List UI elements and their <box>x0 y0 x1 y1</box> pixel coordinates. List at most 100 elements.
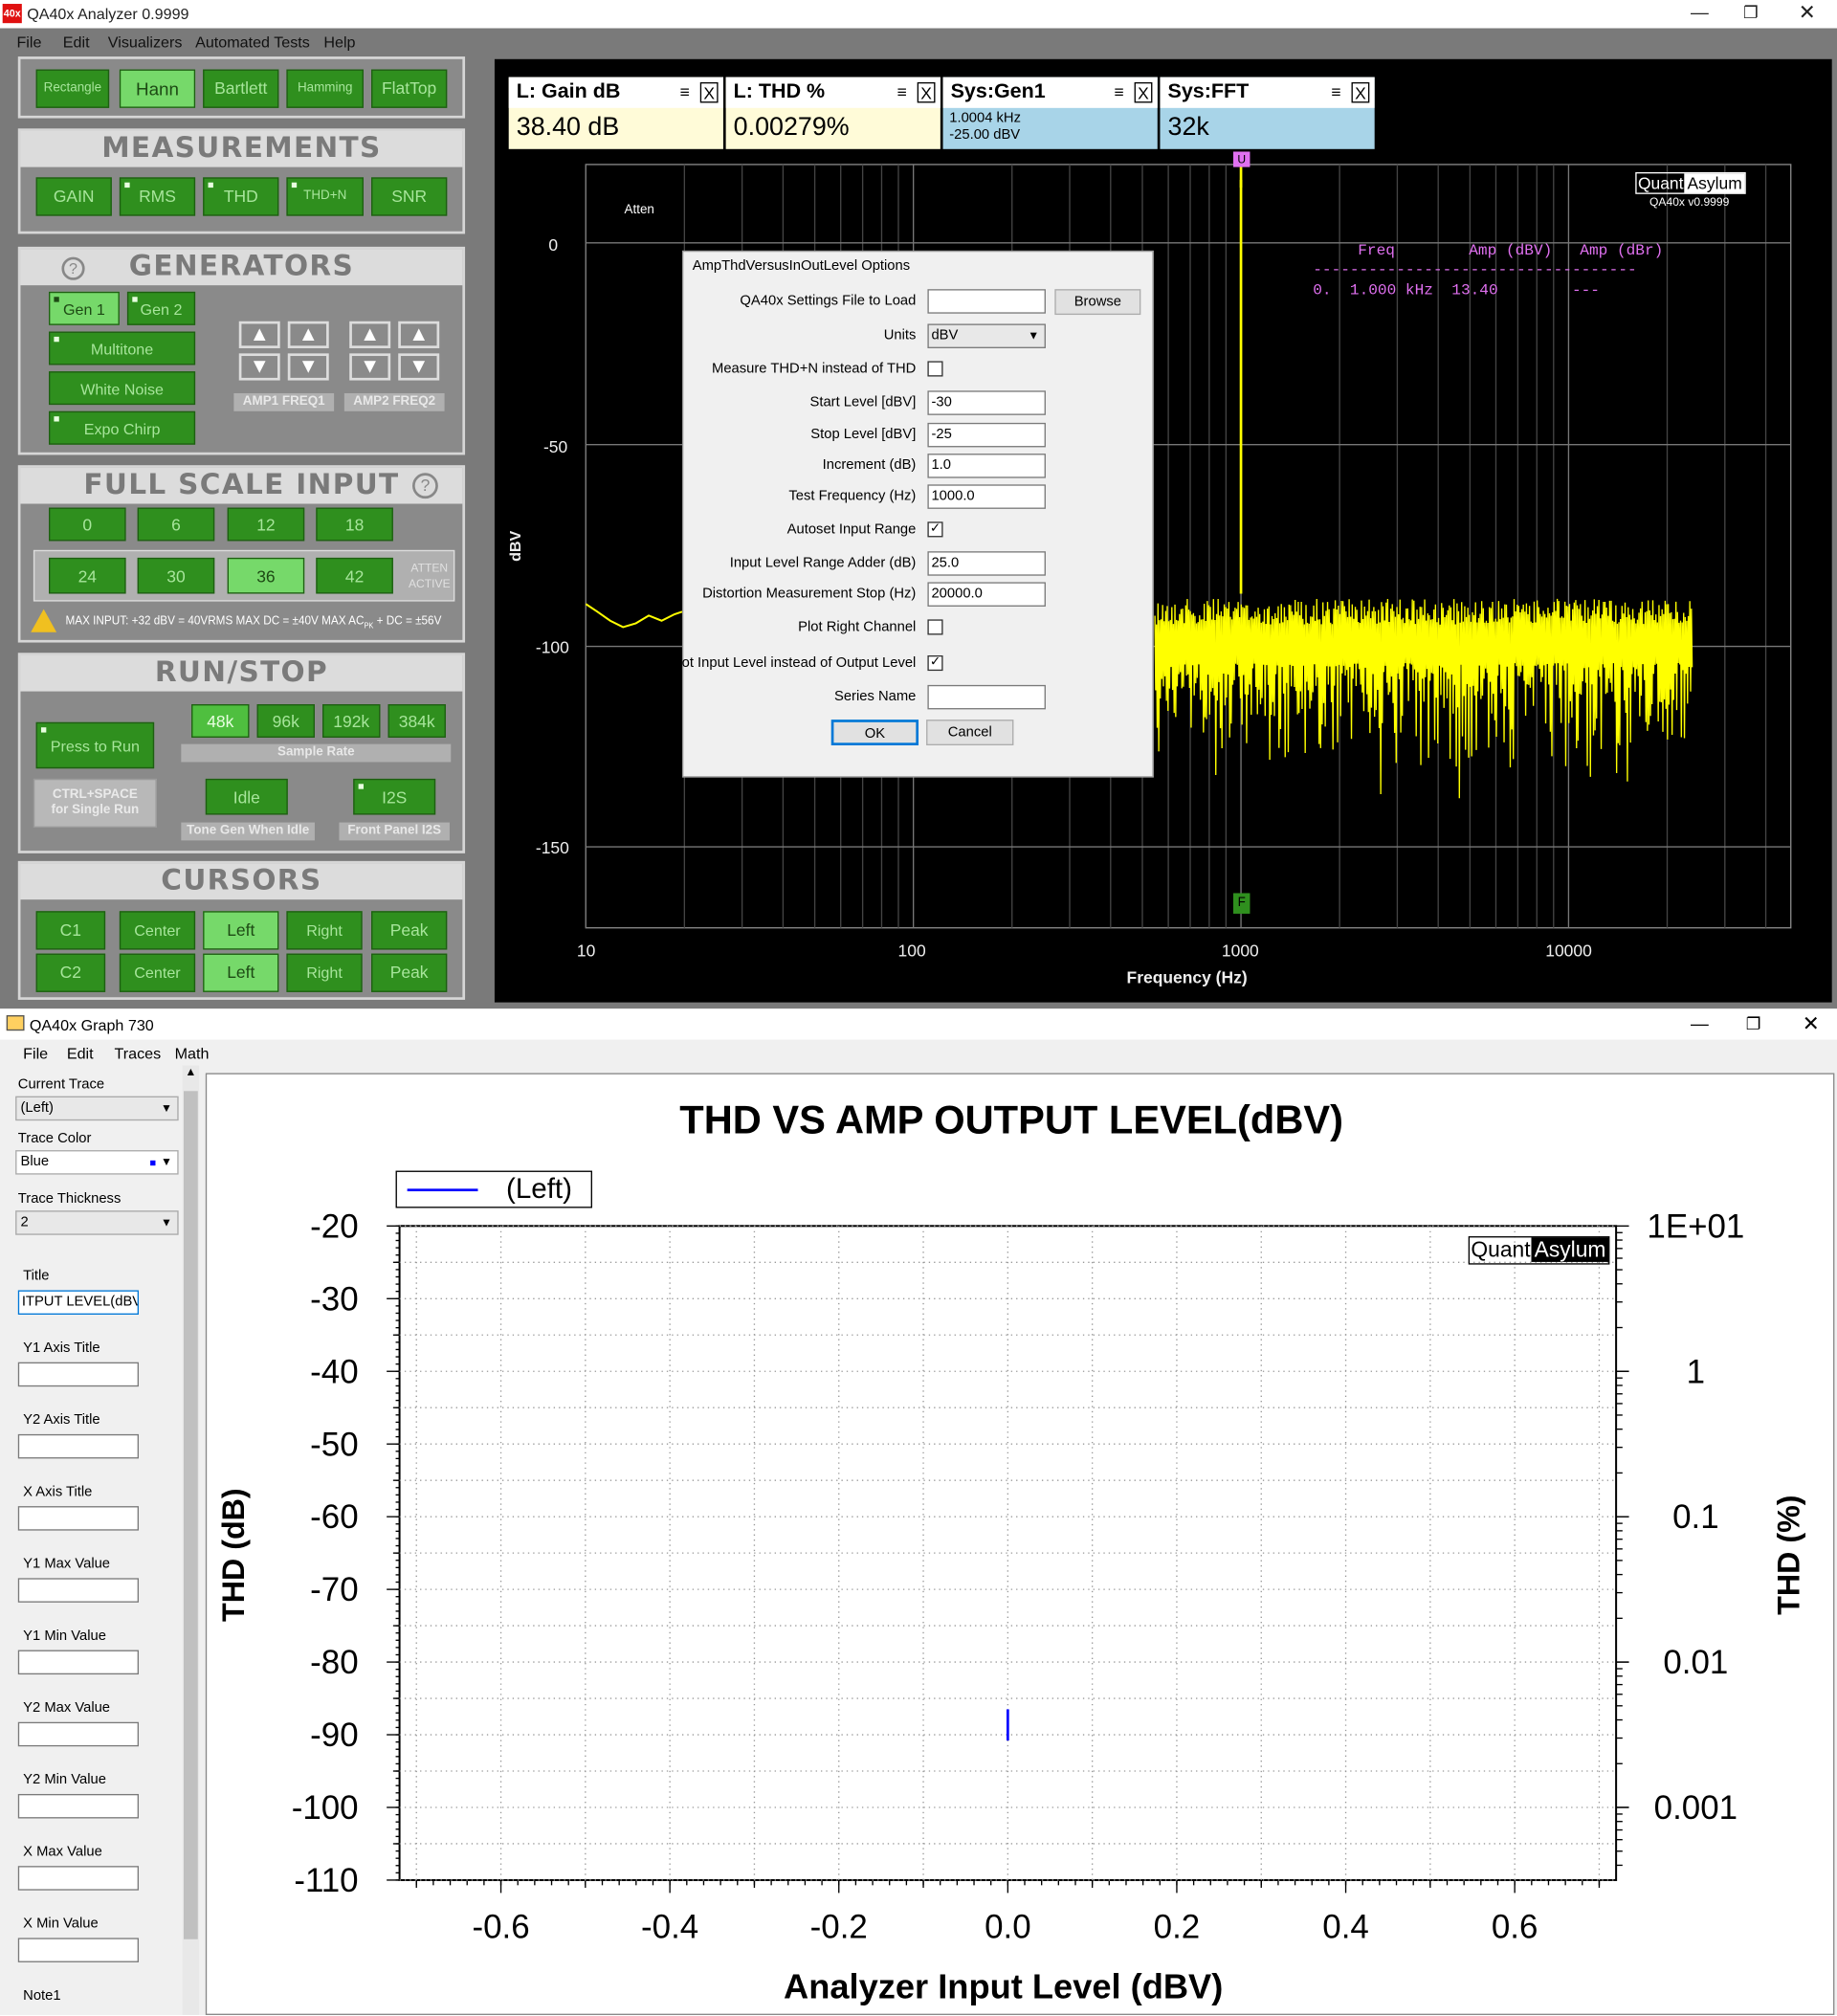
gen-expochirp-button[interactable]: Expo Chirp <box>49 410 196 445</box>
gen1-tab[interactable]: Gen 1 <box>49 291 120 325</box>
help-icon[interactable]: ? <box>61 256 85 280</box>
y2-min-input[interactable] <box>17 1793 140 1819</box>
cursor2-left-button[interactable]: Left <box>203 953 279 992</box>
range-30-button[interactable]: 30 <box>137 557 215 594</box>
close-icon[interactable]: ✕ <box>1799 0 1816 26</box>
title-input[interactable]: ITPUT LEVEL(dBV) <box>17 1290 140 1315</box>
cursor1-peak-button[interactable]: Peak <box>371 911 448 950</box>
press-to-run-button[interactable]: Press to Run <box>35 721 155 769</box>
range-0-button[interactable]: 0 <box>49 507 126 542</box>
range-adder-row: Input Level Range Adder (dB) 25.0 <box>683 551 1155 577</box>
range-6-button[interactable]: 6 <box>137 507 215 542</box>
gen-whitenoise-button[interactable]: White Noise <box>49 371 196 406</box>
restore-icon[interactable]: ❐ <box>1743 3 1759 23</box>
graph-menu-traces[interactable]: Traces <box>115 1045 162 1063</box>
idle-button[interactable]: Idle <box>205 778 288 815</box>
window-flattop-button[interactable]: FlatTop <box>371 69 448 108</box>
amp1-up-arrow-icon[interactable]: ▲ <box>238 321 280 348</box>
test-frequency-input[interactable]: 1000.0 <box>927 484 1046 509</box>
current-trace-select[interactable]: (Left) ▼ <box>15 1096 179 1121</box>
cursor2-center-button[interactable]: Center <box>119 953 196 992</box>
graph-minimize-icon[interactable]: — <box>1691 1012 1709 1032</box>
menu-edit[interactable]: Edit <box>63 33 90 52</box>
trace-color-select[interactable]: Blue ▼ <box>15 1150 179 1175</box>
autoset-checkbox[interactable]: ✓ <box>927 521 943 538</box>
freq2-down-arrow-icon[interactable]: ▼ <box>398 353 440 381</box>
plot-right-checkbox[interactable] <box>927 619 943 635</box>
range-24-button[interactable]: 24 <box>49 557 126 594</box>
cursor2-right-button[interactable]: Right <box>286 953 363 992</box>
series-name-input[interactable] <box>927 684 1046 710</box>
gen2-tab[interactable]: Gen 2 <box>126 291 196 325</box>
y2-max-input[interactable] <box>17 1721 140 1747</box>
measure-rms-button[interactable]: RMS <box>119 177 196 216</box>
freq1-up-arrow-icon[interactable]: ▲ <box>287 321 329 348</box>
ok-button[interactable]: OK <box>830 720 919 745</box>
y1-axis-title-input[interactable] <box>17 1362 140 1387</box>
rate-192k-button[interactable]: 192k <box>322 704 381 738</box>
plot-input-checkbox[interactable]: ✓ <box>927 654 943 672</box>
menu-automated-tests[interactable]: Automated Tests <box>195 33 310 52</box>
y1-max-input[interactable] <box>17 1578 140 1603</box>
cursor2-peak-button[interactable]: Peak <box>371 953 448 992</box>
cursor-c1-button[interactable]: C1 <box>35 911 106 950</box>
single-run-button[interactable]: CTRL+SPACE for Single Run <box>33 778 157 828</box>
thdn-checkbox[interactable] <box>927 361 943 377</box>
cursor1-left-button[interactable]: Left <box>203 911 279 950</box>
x-min-input[interactable] <box>17 1938 140 1962</box>
i2s-button[interactable]: I2S <box>353 778 436 815</box>
minimize-icon[interactable]: — <box>1691 1 1709 21</box>
measure-thdn-button[interactable]: THD+N <box>286 177 364 216</box>
rate-48k-button[interactable]: 48k <box>191 704 250 738</box>
measure-thd-button[interactable]: THD <box>203 177 279 216</box>
y1-min-input[interactable] <box>17 1650 140 1675</box>
fft-table-dash: ----------------------------------- <box>1313 260 1637 279</box>
distortion-stop-input[interactable]: 20000.0 <box>927 582 1046 607</box>
sidebar-scrollbar[interactable]: ▲ <box>182 1065 200 2015</box>
stop-level-input[interactable]: -25 <box>927 422 1046 448</box>
rate-384k-button[interactable]: 384k <box>387 704 446 738</box>
range-36-button[interactable]: 36 <box>227 557 305 594</box>
window-hann-button[interactable]: Hann <box>119 69 196 108</box>
range-12-button[interactable]: 12 <box>227 507 305 542</box>
cursor-c2-button[interactable]: C2 <box>35 953 106 992</box>
window-hamming-button[interactable]: Hamming <box>286 69 364 108</box>
menu-file[interactable]: File <box>16 33 41 52</box>
settings-file-input[interactable] <box>927 289 1046 314</box>
measure-snr-button[interactable]: SNR <box>371 177 448 216</box>
window-rectangle-button[interactable]: Rectangle <box>35 69 110 108</box>
increment-input[interactable]: 1.0 <box>927 454 1046 478</box>
fsi-help-icon[interactable]: ? <box>412 473 438 499</box>
range-adder-input[interactable]: 25.0 <box>927 551 1046 576</box>
cursor1-right-button[interactable]: Right <box>286 911 363 950</box>
window-bartlett-button[interactable]: Bartlett <box>203 69 279 108</box>
graph-close-icon[interactable]: ✕ <box>1803 1011 1820 1037</box>
graph-menu-math[interactable]: Math <box>175 1045 210 1063</box>
graph-menu-file[interactable]: File <box>23 1045 48 1063</box>
amp1-down-arrow-icon[interactable]: ▼ <box>238 353 280 381</box>
rate-96k-button[interactable]: 96k <box>256 704 315 738</box>
amp2-up-arrow-icon[interactable]: ▲ <box>349 321 391 348</box>
units-select[interactable]: dBV ▼ <box>927 323 1046 348</box>
range-42-button[interactable]: 42 <box>316 557 393 594</box>
gen-multitone-button[interactable]: Multitone <box>49 331 196 366</box>
freq2-up-arrow-icon[interactable]: ▲ <box>398 321 440 348</box>
x-max-input[interactable] <box>17 1866 140 1891</box>
freq1-down-arrow-icon[interactable]: ▼ <box>287 353 329 381</box>
amp2-down-arrow-icon[interactable]: ▼ <box>349 353 391 381</box>
graph-menu-edit[interactable]: Edit <box>67 1045 94 1063</box>
range-18-button[interactable]: 18 <box>316 507 393 542</box>
menu-help[interactable]: Help <box>323 33 355 52</box>
trace-thickness-select[interactable]: 2 ▼ <box>15 1210 179 1235</box>
graph-restore-icon[interactable]: ❐ <box>1746 1014 1761 1034</box>
x-axis-title-input[interactable] <box>17 1506 140 1531</box>
cancel-button[interactable]: Cancel <box>926 720 1014 745</box>
scrollbar-thumb[interactable] <box>184 1091 198 1939</box>
cursor1-center-button[interactable]: Center <box>119 911 196 950</box>
measure-gain-button[interactable]: GAIN <box>35 177 112 216</box>
scroll-up-icon[interactable]: ▲ <box>183 1065 199 1083</box>
menu-visualizers[interactable]: Visualizers <box>108 33 183 52</box>
y2-axis-title-input[interactable] <box>17 1433 140 1459</box>
browse-button[interactable]: Browse <box>1054 289 1141 316</box>
start-level-input[interactable]: -30 <box>927 390 1046 415</box>
